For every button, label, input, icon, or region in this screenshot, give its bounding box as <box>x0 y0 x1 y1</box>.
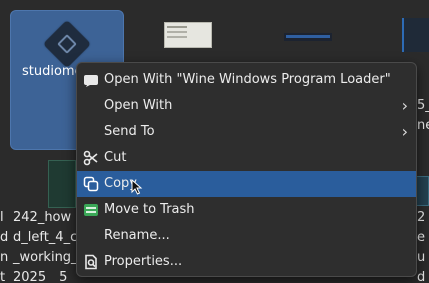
copy-icon <box>83 176 99 192</box>
menu-item-open-with[interactable]: Open With › <box>77 93 416 119</box>
desktop-file-label[interactable]: 242_how d_left_4_c _working_ 2025__5 <box>13 208 78 283</box>
image-thumbnail-icon[interactable] <box>284 33 332 41</box>
menu-item-label: Open With <box>104 98 173 113</box>
desktop-file-label[interactable]: 2 e u d <box>417 208 425 283</box>
menu-item-label: Send To <box>104 124 155 139</box>
mouse-pointer-icon <box>131 179 143 195</box>
context-menu: Open With "Wine Windows Program Loader" … <box>76 62 417 277</box>
menu-item-label: Open With "Wine Windows Program Loader" <box>104 72 391 87</box>
menu-item-label: Properties... <box>104 254 183 269</box>
document-thumbnail-icon[interactable] <box>164 22 212 48</box>
menu-item-cut[interactable]: Cut <box>77 145 416 171</box>
properties-icon <box>83 254 99 270</box>
wine-icon <box>83 72 99 88</box>
chevron-right-icon: › <box>401 122 408 141</box>
menu-item-label: Rename... <box>104 228 170 243</box>
screenshot-thumbnail-icon[interactable] <box>48 160 76 208</box>
chevron-right-icon: › <box>401 96 408 115</box>
app-diamond-icon <box>42 19 92 69</box>
desktop-file-label[interactable]: l d n t <box>0 208 8 283</box>
menu-item-move-to-trash[interactable]: Move to Trash <box>77 197 416 223</box>
menu-item-properties[interactable]: Properties... <box>77 249 416 275</box>
menu-item-open-with-wine[interactable]: Open With "Wine Windows Program Loader" <box>77 67 416 93</box>
trash-icon <box>83 202 99 218</box>
menu-item-rename[interactable]: Rename... <box>77 223 416 249</box>
screenshot-thumbnail-icon[interactable] <box>402 18 429 52</box>
desktop-file-label[interactable]: 5_2 neth <box>417 96 429 136</box>
menu-item-send-to[interactable]: Send To › <box>77 119 416 145</box>
menu-item-label: Cut <box>104 150 127 165</box>
scissors-icon <box>83 150 99 166</box>
menu-item-copy[interactable]: Copy <box>77 171 416 197</box>
menu-item-label: Move to Trash <box>104 202 195 217</box>
